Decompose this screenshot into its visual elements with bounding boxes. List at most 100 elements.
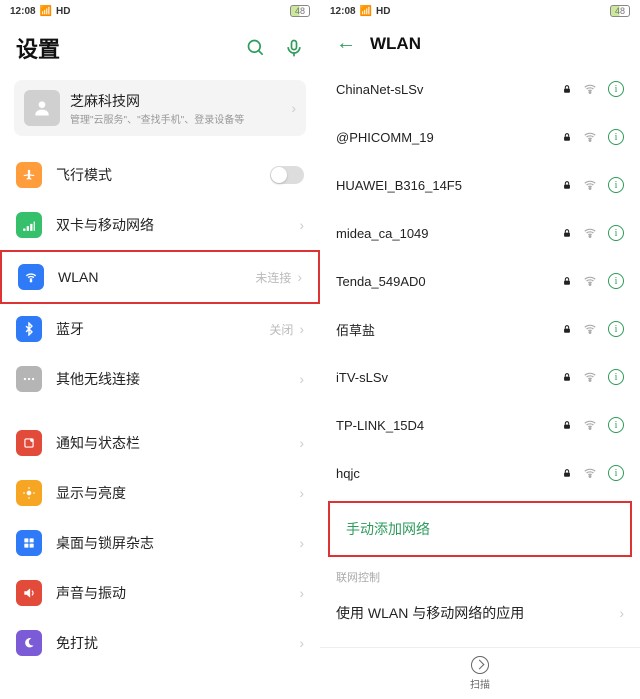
wifi-network-row[interactable]: 佰草盐i <box>320 305 640 353</box>
hd-label: HD <box>376 6 390 17</box>
settings-row-sim[interactable]: 双卡与移动网络› <box>0 200 320 250</box>
airplane-toggle[interactable] <box>270 166 304 184</box>
settings-row-notif[interactable]: 通知与状态栏› <box>0 418 320 468</box>
settings-row-sound[interactable]: 声音与振动› <box>0 568 320 618</box>
settings-screen: 12:08 📶 HD 48 设置 芝麻科技网 管 <box>0 0 320 699</box>
row-status: 未连接 <box>255 269 291 286</box>
dnd-icon <box>16 630 42 656</box>
settings-row-dots[interactable]: 其他无线连接› <box>0 354 320 404</box>
wifi-name: TP-LINK_15D4 <box>336 418 562 433</box>
lock-icon <box>562 227 572 239</box>
wifi-name: hqjc <box>336 466 562 481</box>
wifi-network-row[interactable]: midea_ca_1049 i <box>320 209 640 257</box>
row-label: 桌面与锁屏杂志 <box>56 533 299 553</box>
settings-header: 设置 <box>0 22 320 74</box>
info-icon[interactable]: i <box>608 465 624 481</box>
search-icon[interactable] <box>246 38 266 58</box>
info-icon[interactable]: i <box>608 369 624 385</box>
lock-icon <box>562 467 572 479</box>
wifi-name: ChinaNet-sLSv <box>336 82 562 97</box>
chevron-right-icon: › <box>299 321 304 337</box>
wifi-network-row[interactable]: TP-LINK_15D4 i <box>320 401 640 449</box>
row-label: 蓝牙 <box>56 319 269 339</box>
chevron-right-icon: › <box>299 635 304 651</box>
row-label: 声音与振动 <box>56 583 299 603</box>
wifi-signal-icon <box>582 82 598 96</box>
wifi-signal-icon <box>582 370 598 384</box>
row-label: 显示与亮度 <box>56 483 299 503</box>
status-time: 12:08 <box>10 6 36 17</box>
signal-icon: 📶 <box>40 6 52 17</box>
wifi-icon <box>18 264 44 290</box>
settings-row-bright[interactable]: 显示与亮度› <box>0 468 320 518</box>
info-icon[interactable]: i <box>608 417 624 433</box>
wifi-signal-icon <box>582 130 598 144</box>
wifi-signal-icon <box>582 466 598 480</box>
row-label: 其他无线连接 <box>56 369 299 389</box>
settings-row-wifi[interactable]: WLAN未连接 › <box>0 250 320 304</box>
wifi-name: iTV-sLSv <box>336 370 562 385</box>
bright-icon <box>16 480 42 506</box>
lock-icon <box>562 371 572 383</box>
wlan-screen: 12:08 📶 HD 48 ← WLAN ChinaNet-sLSvi@PHIC… <box>320 0 640 699</box>
wifi-signal-icon <box>582 178 598 192</box>
lock-icon <box>562 179 572 191</box>
status-bar: 12:08 📶 HD 48 <box>0 0 320 22</box>
chevron-right-icon: › <box>291 100 296 116</box>
wlan-header: ← WLAN <box>320 22 640 65</box>
info-icon[interactable]: i <box>608 225 624 241</box>
apps-row[interactable]: 使用 WLAN 与移动网络的应用 › <box>320 589 640 637</box>
chevron-right-icon: › <box>299 585 304 601</box>
settings-row-home[interactable]: 桌面与锁屏杂志› <box>0 518 320 568</box>
wifi-network-row[interactable]: ChinaNet-sLSv i <box>320 65 640 113</box>
dots-icon <box>16 366 42 392</box>
section-label: 联网控制 <box>320 561 640 589</box>
wifi-network-row[interactable]: hqjc i <box>320 449 640 497</box>
profile-card[interactable]: 芝麻科技网 管理"云服务"、"查找手机"、登录设备等 › <box>14 80 306 136</box>
add-network-button[interactable]: 手动添加网络 <box>330 503 630 555</box>
scan-icon <box>471 656 489 674</box>
chevron-right-icon: › <box>299 435 304 451</box>
battery-indicator: 48 <box>290 5 310 17</box>
info-icon[interactable]: i <box>608 81 624 97</box>
bottom-nav: 扫描 <box>320 647 640 699</box>
wifi-signal-icon <box>582 418 598 432</box>
scan-label: 扫描 <box>470 676 490 691</box>
chevron-right-icon: › <box>297 269 302 285</box>
chevron-right-icon: › <box>299 371 304 387</box>
info-icon[interactable]: i <box>608 273 624 289</box>
wifi-network-row[interactable]: iTV-sLSv i <box>320 353 640 401</box>
chevron-right-icon: › <box>299 485 304 501</box>
row-label: 飞行模式 <box>56 165 270 185</box>
page-title: 设置 <box>16 32 60 64</box>
profile-sub: 管理"云服务"、"查找手机"、登录设备等 <box>70 111 244 126</box>
wifi-network-row[interactable]: @PHICOMM_19 i <box>320 113 640 161</box>
wifi-network-row[interactable]: HUAWEI_B316_14F5 i <box>320 161 640 209</box>
row-label: 通知与状态栏 <box>56 433 299 453</box>
sim-icon <box>16 212 42 238</box>
info-icon[interactable]: i <box>608 129 624 145</box>
settings-row-bt[interactable]: 蓝牙关闭 › <box>0 304 320 354</box>
back-icon[interactable]: ← <box>336 32 356 55</box>
wifi-signal-icon <box>582 274 598 288</box>
wifi-list: ChinaNet-sLSvi@PHICOMM_19iHUAWEI_B316_14… <box>320 65 640 497</box>
scan-button[interactable]: 扫描 <box>470 656 490 691</box>
wifi-name: HUAWEI_B316_14F5 <box>336 178 562 193</box>
wifi-name: Tenda_549AD0 <box>336 274 562 289</box>
status-time: 12:08 <box>330 6 356 17</box>
row-label: WLAN <box>58 269 255 285</box>
mic-icon[interactable] <box>284 38 304 58</box>
settings-list: 飞行模式双卡与移动网络›WLAN未连接›蓝牙关闭›其他无线连接›通知与状态栏›显… <box>0 150 320 668</box>
info-icon[interactable]: i <box>608 177 624 193</box>
settings-row-dnd[interactable]: 免打扰› <box>0 618 320 668</box>
wifi-name: @PHICOMM_19 <box>336 130 562 145</box>
row-label: 免打扰 <box>56 633 299 653</box>
lock-icon <box>562 83 572 95</box>
bt-icon <box>16 316 42 342</box>
chevron-right-icon: › <box>299 535 304 551</box>
info-icon[interactable]: i <box>608 321 624 337</box>
wifi-name: midea_ca_1049 <box>336 226 562 241</box>
row-status: 关闭 <box>269 321 293 338</box>
settings-row-airplane[interactable]: 飞行模式 <box>0 150 320 200</box>
wifi-network-row[interactable]: Tenda_549AD0 i <box>320 257 640 305</box>
